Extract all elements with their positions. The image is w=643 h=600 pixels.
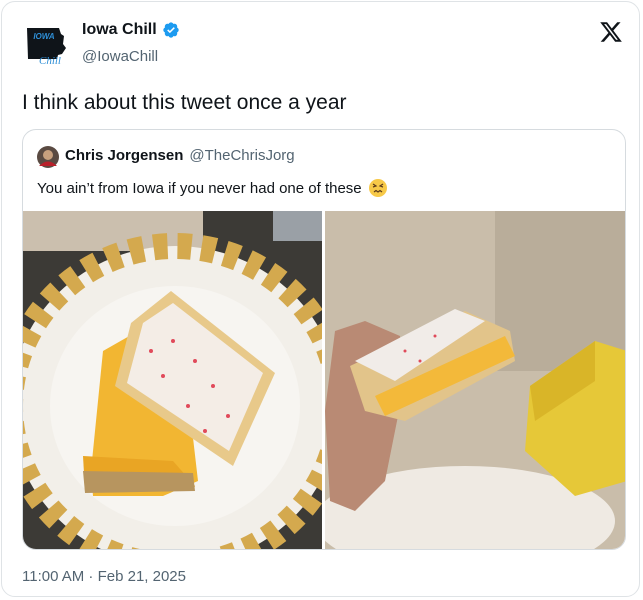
author-display-name[interactable]: Iowa Chill (82, 21, 157, 39)
quoted-tweet[interactable]: Chris Jorgensen @TheChrisJorg You ain’t … (22, 129, 626, 550)
author-handle[interactable]: @IowaChill (82, 48, 158, 65)
quoted-text-row: You ain’t from Iowa if you never had one… (37, 178, 388, 198)
tweet-timestamp[interactable]: 11:00 AM · Feb 21, 2025 (22, 568, 186, 585)
quoted-text: You ain’t from Iowa if you never had one… (37, 179, 362, 197)
quoted-handle[interactable]: @TheChrisJorg (189, 147, 294, 164)
x-logo-icon[interactable] (598, 20, 624, 44)
tweet-card[interactable]: IOWA Chill Iowa Chill @IowaChill I think… (1, 1, 640, 597)
verified-badge-icon (162, 22, 179, 38)
tweet-text: I think about this tweet once a year (22, 91, 347, 114)
quoted-display-name[interactable]: Chris Jorgensen (65, 147, 183, 164)
photo-hand-holding-poptart[interactable] (325, 211, 625, 549)
photo-poptart-with-cheese[interactable] (23, 211, 322, 549)
svg-text:IOWA: IOWA (33, 32, 55, 41)
confounded-face-emoji (368, 179, 387, 197)
svg-text:Chill: Chill (39, 55, 61, 67)
quoted-author-avatar[interactable] (37, 146, 59, 168)
author-avatar[interactable]: IOWA Chill (24, 24, 72, 68)
